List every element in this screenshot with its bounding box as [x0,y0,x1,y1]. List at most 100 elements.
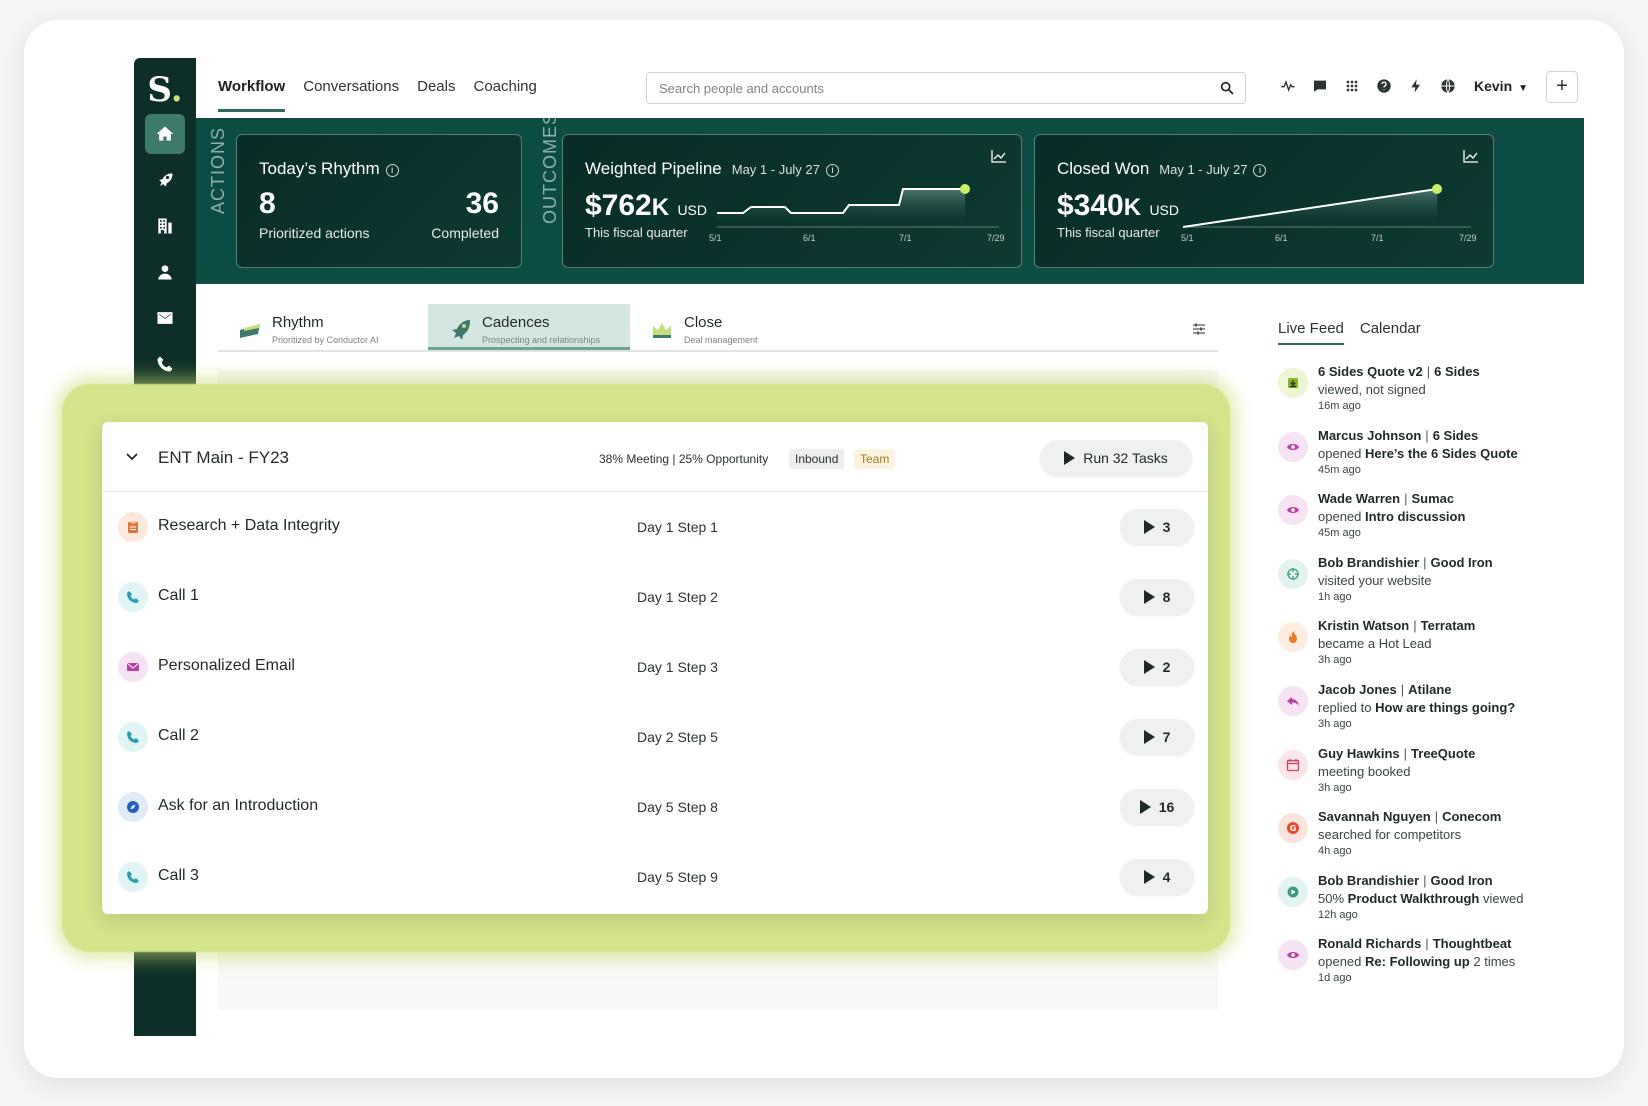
apps-grid-icon[interactable] [1344,78,1360,94]
closed-won-sublabel: This fiscal quarter [1057,225,1160,240]
search-input[interactable] [647,73,1187,103]
feed-item[interactable]: Marcus Johnson | 6 Sides opened Here’s the … [1278,428,1558,494]
person-icon[interactable] [145,252,185,292]
rocket-icon[interactable] [145,160,185,200]
chat-icon[interactable] [1312,78,1328,94]
feed-item[interactable]: Bob Brandishier | Good Iron visited your we… [1278,555,1558,621]
prioritized-label: Prioritized actions [259,225,370,241]
run-step-button[interactable]: 2 [1120,649,1194,685]
subtab-subtitle: Prioritized by Conductor AI [272,335,379,345]
run-step-button[interactable]: 7 [1120,719,1194,755]
closed-won-sparkline: 5/1 6/1 7/1 7/29 [1181,184,1477,243]
pipeline-sublabel: This fiscal quarter [585,225,688,240]
subtab-close[interactable]: Close Deal management [630,304,840,350]
globe-icon[interactable] [1440,78,1456,94]
rhythm-icon [240,324,260,338]
feed-item[interactable]: Guy Hawkins | TreeQuote meeting booked 3h ag… [1278,746,1558,812]
run-step-button[interactable]: 16 [1120,789,1194,825]
phone-icon [118,722,148,752]
phone-icon [118,862,148,892]
feed-item[interactable]: Kristin Watson | Terratam became a Hot Lead… [1278,618,1558,684]
help-icon[interactable] [1376,78,1392,94]
tab-coaching[interactable]: Coaching [473,78,536,112]
phone-icon[interactable] [145,344,185,384]
cadence-header[interactable]: ENT Main - FY23 38% Meeting | 25% Opport… [102,422,1208,492]
pipeline-endpoint [960,184,970,194]
feed-item-detail: searched for competitors [1318,827,1462,843]
primary-tabs: Workflow Conversations Deals Coaching [218,78,537,112]
flame-icon [1278,622,1308,653]
filter-settings-icon[interactable] [1192,322,1206,336]
run-step-button[interactable]: 4 [1120,859,1194,895]
step-day: Day 2 Step 5 [637,729,718,745]
feed-item-detail: opened Re: Following up 2 times [1318,954,1516,970]
cadence-step-row[interactable]: Research + Data Integrity Day 1 Step 1 3 [102,492,1208,562]
chevron-down-icon[interactable] [124,448,140,464]
subtab-cadences[interactable]: Cadences Prospecting and relationships [428,304,630,350]
eye-icon [1278,940,1308,971]
lightning-icon[interactable] [1408,78,1424,94]
info-icon[interactable]: i [385,164,399,177]
tab-deals[interactable]: Deals [417,78,455,112]
subtab-rhythm[interactable]: Rhythm Prioritized by Conductor AI [218,304,428,350]
feed-item[interactable]: G Savannah Nguyen | Conecom searched for com… [1278,809,1558,875]
cadence-stats: 38% Meeting | 25% Opportunity [599,452,769,466]
step-name: Personalized Email [158,657,295,674]
pipeline-sparkline: 5/1 6/1 7/1 7/29 [709,184,1005,243]
tab-workflow[interactable]: Workflow [218,78,286,112]
inbound-badge: Inbound [789,449,845,469]
tab-live-feed[interactable]: Live Feed [1278,320,1344,345]
step-day: Day 1 Step 2 [637,589,718,605]
run-tasks-button[interactable]: Run 32 Tasks [1040,440,1192,476]
crown-icon [653,323,671,338]
mail-icon[interactable] [145,298,185,338]
feed-item-time: 16m ago [1318,400,1361,412]
run-step-button[interactable]: 3 [1120,509,1194,545]
mail-icon [118,652,148,682]
feed-item-time: 1h ago [1318,590,1352,603]
svg-text:G: G [1290,824,1297,833]
closed-won-card[interactable]: Closed Won May 1 - July 27 i $340K USD Thi… [1034,134,1494,268]
step-day: Day 1 Step 1 [637,519,718,535]
cadence-step-row[interactable]: Call 2 Day 2 Step 5 7 [102,702,1208,772]
closed-won-amount: $340K USD [1057,189,1179,222]
search-icon[interactable] [1219,80,1235,96]
feed-item[interactable]: 6 Sides Quote v2 | 6 Sides viewed, not sign… [1278,364,1558,430]
feed-item[interactable]: Bob Brandishier | Good Iron 50% Product Wal… [1278,873,1558,939]
subtab-title: Rhythm [272,314,324,331]
run-step-button[interactable]: 8 [1120,579,1194,615]
tab-conversations[interactable]: Conversations [303,78,399,112]
home-icon[interactable] [145,114,185,154]
feed-item-detail: meeting booked [1318,763,1411,779]
feed-item-detail: became a Hot Lead [1318,636,1432,652]
user-menu[interactable]: Kevin ▼ [1474,78,1528,94]
tick-label: 6/1 [1275,233,1288,243]
step-day: Day 5 Step 8 [637,799,718,815]
feed-item-time: 45m ago [1318,527,1361,540]
feed-item-detail: opened Intro discussion [1318,509,1466,525]
feed-item[interactable]: Wade Warren | Sumac opened Intro discussion… [1278,491,1558,557]
cadence-step-row[interactable]: Ask for an Introduction Day 5 Step 8 16 [102,772,1208,842]
add-button[interactable]: + [1546,71,1578,103]
building-icon[interactable] [145,206,185,246]
step-name: Research + Data Integrity [158,517,340,534]
weighted-pipeline-card[interactable]: Weighted Pipeline May 1 - July 27 i $762K … [562,134,1022,268]
cadence-step-row[interactable]: Call 1 Day 1 Step 2 8 [102,562,1208,632]
cadence-step-row[interactable]: Call 3 Day 5 Step 9 4 [102,842,1208,912]
tab-calendar[interactable]: Calendar [1360,320,1421,345]
cadence-step-row[interactable]: Personalized Email Day 1 Step 3 2 [102,632,1208,702]
phone-icon [118,582,148,612]
chart-icon[interactable] [1463,149,1479,163]
chart-icon[interactable] [991,149,1007,163]
play-icon [1139,800,1151,814]
step-name: Call 3 [158,867,199,884]
feed-item[interactable]: Ronald Richards | Thoughtbeat opened Re: Fo… [1278,936,1558,1002]
feed-item-detail: replied to How are things going? [1318,700,1516,715]
tick-label: 7/29 [987,233,1005,243]
app-logo[interactable]: S. [134,68,196,112]
feed-item-time: 3h ago [1318,781,1352,794]
feed-item[interactable]: Jacob Jones | Atilane replied to How are th… [1278,682,1558,748]
completed-label: Completed [431,225,499,241]
activity-icon[interactable] [1280,78,1296,94]
rhythm-card[interactable]: Today’s Rhythm i 8 Prioritized actions 36… [236,134,522,268]
